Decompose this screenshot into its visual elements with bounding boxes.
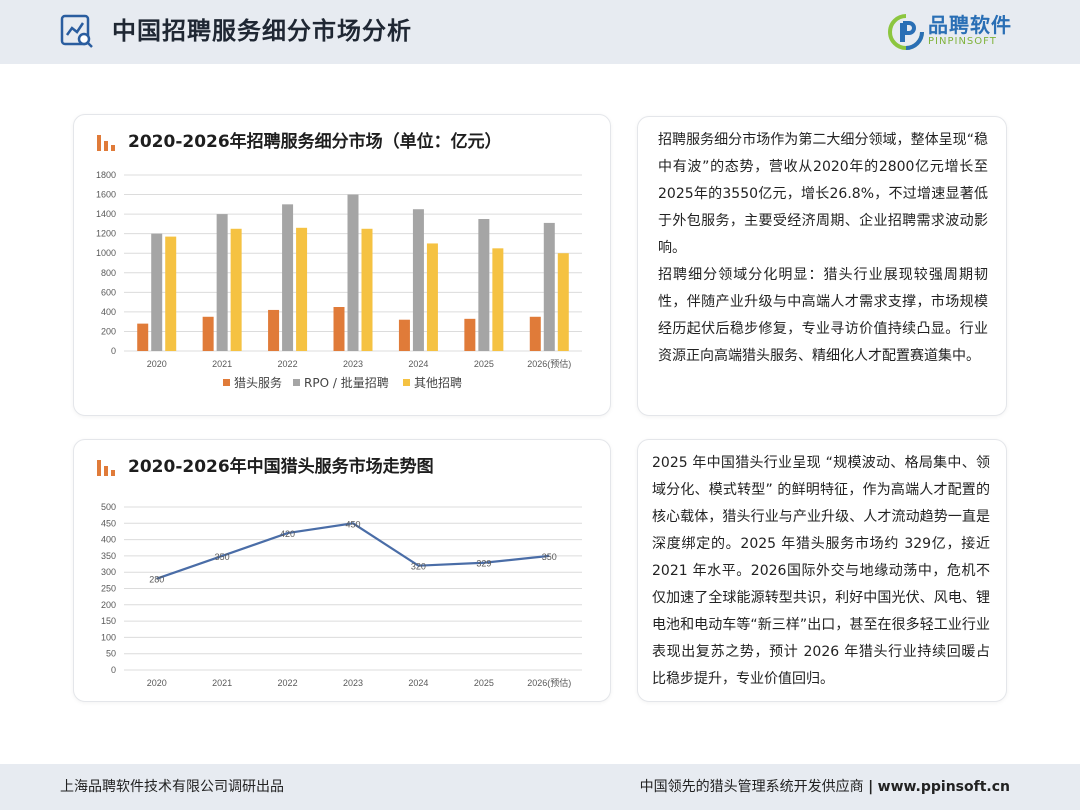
bar [557, 253, 569, 351]
data-label: 280 [149, 575, 164, 585]
bar-chart-card: 2020-2026年招聘服务细分市场（单位：亿元） 0 200 400 600 800 1… [73, 114, 611, 416]
y-tick-label: 100 [101, 632, 116, 642]
bar [543, 222, 555, 351]
x-tick-label: 2020 [147, 678, 167, 688]
y-tick-label: 200 [101, 326, 116, 336]
data-label: 450 [345, 519, 360, 529]
x-tick-label: 2025 [474, 359, 494, 369]
header-bar: 中国招聘服务细分市场分析 品聘软件 PINPINSOFT [0, 0, 1080, 64]
y-tick-label: 450 [101, 518, 116, 528]
bar [412, 209, 424, 351]
x-tick-label: 2023 [343, 678, 363, 688]
footer-tagline-text: 中国领先的猎头管理系统开发供应商 [639, 779, 864, 795]
y-tick-label: 1400 [96, 209, 116, 219]
footer-tagline: 中国领先的猎头管理系统开发供应商 | www.ppinsoft.cn [640, 777, 1010, 797]
line-chart: 0 50 100 150 200 250 300 350 400 450 500 280 350 420 4… [101, 502, 582, 688]
y-tick-label: 500 [101, 502, 116, 512]
bar [296, 227, 308, 351]
logo-en-text: PINPINSOFT [928, 36, 997, 47]
headhunting-summary-card: 2025 年中国猎头行业呈现 “规模波动、格局集中、领域分化、模式转型” 的鲜明… [637, 439, 1007, 702]
market-summary-paragraph-1: 招聘服务细分市场作为第二大细分领域，整体呈现“稳中有波”的态势，营收从2020年… [658, 132, 988, 256]
legend-swatch [403, 379, 410, 386]
x-tick-label: 2024 [408, 359, 428, 369]
headhunting-summary-paragraph: 2025 年中国猎头行业呈现 “规模波动、格局集中、领域分化、模式转型” 的鲜明… [652, 455, 990, 687]
y-tick-label: 300 [101, 567, 116, 577]
x-tick-label: 2023 [343, 359, 363, 369]
data-label: 329 [476, 559, 491, 569]
bar [202, 316, 214, 351]
bar-chart: 0 200 400 600 800 1000 1200 1400 1600 1800 2020 202… [96, 170, 582, 390]
pinpin-logo-icon [888, 14, 924, 50]
bar [216, 214, 228, 351]
footer-separator: | [868, 779, 874, 795]
bar [464, 318, 476, 351]
x-tick-label: 2026(预估) [527, 677, 571, 688]
y-tick-label: 50 [106, 649, 116, 659]
y-tick-label: 400 [101, 535, 116, 545]
legend-label: 猎头服务 [234, 375, 282, 390]
y-tick-label: 1800 [96, 170, 116, 180]
data-label: 420 [280, 529, 295, 539]
market-summary-paragraph-2: 招聘细分领域分化明显：猎头行业展现较强周期韧性，伴随产业升级与中高端人才需求支撑… [658, 267, 988, 364]
y-tick-label: 400 [101, 307, 116, 317]
x-tick-label: 2024 [408, 678, 428, 688]
x-tick-label: 2021 [212, 678, 232, 688]
x-tick-label: 2025 [474, 678, 494, 688]
page-title: 中国招聘服务细分市场分析 [112, 17, 412, 45]
bar [268, 309, 280, 351]
y-tick-label: 150 [101, 616, 116, 626]
y-tick-label: 350 [101, 551, 116, 561]
footer-url-link[interactable]: www.ppinsoft.cn [878, 779, 1010, 795]
bar [529, 316, 541, 351]
analytics-icon [60, 14, 93, 48]
line-chart-card: 2020-2026年中国猎头服务市场走势图 0 50 100 150 200 250 300… [73, 439, 611, 702]
bar [230, 228, 242, 351]
bar [151, 233, 163, 351]
y-tick-label: 250 [101, 584, 116, 594]
x-tick-label: 2026(预估) [527, 358, 571, 369]
data-label: 350 [215, 552, 230, 562]
x-tick-label: 2022 [278, 678, 298, 688]
bar [478, 219, 490, 351]
y-tick-label: 200 [101, 600, 116, 610]
bar [165, 236, 177, 351]
bar [333, 307, 345, 351]
y-tick-label: 800 [101, 268, 116, 278]
data-label: 320 [411, 562, 426, 572]
market-summary-card: 招聘服务细分市场作为第二大细分领域，整体呈现“稳中有波”的态势，营收从2020年… [637, 116, 1007, 416]
y-tick-label: 1600 [96, 190, 116, 200]
logo-cn-text: 品聘软件 [928, 13, 1012, 37]
bar [361, 228, 373, 351]
x-tick-label: 2022 [278, 359, 298, 369]
y-tick-label: 0 [111, 346, 116, 356]
legend-swatch [223, 379, 230, 386]
legend-label: RPO / 批量招聘 [304, 375, 389, 390]
bar [137, 323, 149, 351]
legend-label: 其他招聘 [414, 376, 462, 390]
y-tick-label: 1000 [96, 248, 116, 258]
x-tick-label: 2021 [212, 359, 232, 369]
y-tick-label: 1200 [96, 229, 116, 239]
footer-publisher: 上海品聘软件技术有限公司调研出品 [60, 779, 284, 795]
x-tick-label: 2020 [147, 359, 167, 369]
y-tick-label: 0 [111, 665, 116, 675]
bar [492, 248, 504, 351]
bar [398, 319, 410, 351]
brand-logo: 品聘软件 PINPINSOFT [888, 12, 1028, 52]
bar [426, 243, 438, 351]
bar [347, 194, 359, 351]
bar [282, 204, 294, 351]
legend-swatch [293, 379, 300, 386]
data-label: 350 [542, 552, 557, 562]
footer-bar: 上海品聘软件技术有限公司调研出品 中国领先的猎头管理系统开发供应商 | www.… [0, 764, 1080, 810]
y-tick-label: 600 [101, 287, 116, 297]
